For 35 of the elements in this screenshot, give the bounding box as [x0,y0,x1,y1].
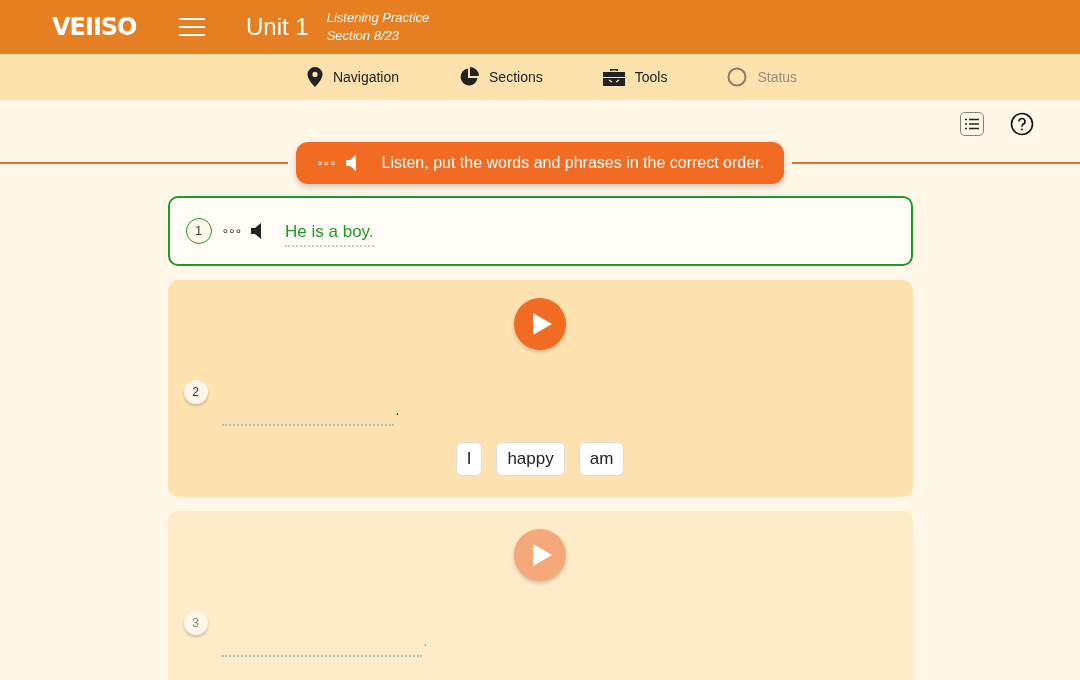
nav-item[interactable]: Sections [457,54,545,100]
section-subtitle: Section 8/23 [326,27,400,45]
circle-icon [727,67,748,87]
period-mark: . [423,635,428,649]
list-icon [965,118,979,130]
word-chip[interactable]: am [578,442,625,476]
instruction-text: Listen, put the words and phrases in the correct order. [381,154,764,172]
nav-item[interactable]: Tools [600,54,670,100]
dots-text: ∘∘∘ [221,224,242,238]
word-chip[interactable]: happy [496,442,565,476]
question-number: 1 [185,218,212,244]
list-button[interactable] [960,112,984,136]
help-icon [1010,112,1034,136]
pie-chart-icon [459,67,480,87]
section-subtitle: Listening Practice [326,9,430,27]
drop-line[interactable] [221,655,422,657]
help-button[interactable] [1010,112,1034,138]
toolbox-icon [602,68,625,86]
nav-item[interactable]: Navigation [304,54,402,100]
play-button[interactable] [514,529,566,581]
word-chip[interactable]: I [455,442,483,476]
play-icon [531,543,553,567]
play-icon [531,312,553,336]
dots-text: ∘∘∘ [316,156,336,170]
unit-title: Unit 1 [246,13,309,41]
question-number: 3 [183,611,208,635]
menu-button[interactable] [178,17,206,37]
logo: VEIISO [52,13,138,41]
location-pin-icon [306,67,323,87]
drop-line[interactable] [221,424,394,426]
question-number: 2 [183,380,208,404]
play-button[interactable] [514,298,566,350]
period-mark: . [395,404,400,418]
answer-text: He is a boy. [285,221,374,247]
menu-icon [178,17,206,37]
